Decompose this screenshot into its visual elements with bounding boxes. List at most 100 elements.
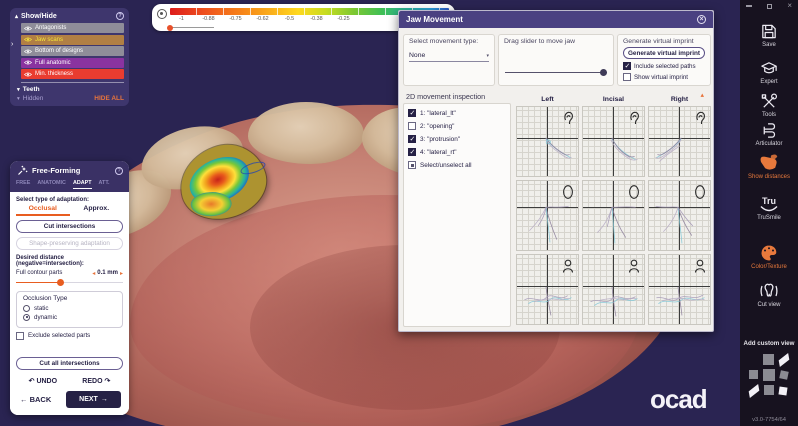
show-virtual-imprint-checkbox[interactable]: Show virtual imprint (623, 73, 705, 81)
option-approx[interactable]: Approx. (70, 205, 124, 216)
colormap-range-slider[interactable] (168, 26, 214, 29)
include-selected-paths-checkbox[interactable]: Include selected paths (623, 62, 705, 70)
add-custom-view-button[interactable]: Add custom view (740, 340, 798, 347)
hide-all-button[interactable]: HIDE ALL (94, 95, 124, 102)
checkbox-checked-icon[interactable] (623, 62, 631, 70)
layer-row-antagonists[interactable]: Antagonists (21, 23, 124, 33)
radio-dynamic[interactable]: dynamic (23, 314, 116, 321)
layer-row-bottom-of-designs[interactable]: Bottom of designs (21, 46, 124, 56)
collapse-caret-icon[interactable]: ▴ (15, 13, 18, 20)
redo-icon: ↷ (104, 378, 110, 385)
checkbox-checked-icon[interactable] (408, 109, 416, 117)
tab-anatomic[interactable]: ANATOMIC (37, 180, 66, 189)
movement-type-select[interactable]: None ▾ (409, 52, 489, 62)
option-occlusal[interactable]: Occlusal (16, 205, 70, 216)
plot-right-horizontal (648, 254, 711, 325)
cut-all-intersections-button[interactable]: Cut all intersections (16, 357, 123, 370)
close-window-icon[interactable]: × (787, 2, 792, 10)
path-item-lateral-lt[interactable]: 1: "lateral_lt" (408, 109, 506, 117)
eye-icon[interactable] (24, 60, 32, 65)
sidebar-item-color-texture[interactable]: Color/Texture (740, 243, 798, 270)
jaw-position-slider[interactable] (505, 69, 607, 76)
caret-down-icon[interactable]: ▾ (17, 96, 20, 102)
distance-slider-handle[interactable] (57, 279, 64, 286)
checkbox-icon[interactable] (16, 332, 24, 340)
radio-static[interactable]: static (23, 305, 116, 312)
tab-adapt[interactable]: ADAPT (73, 180, 92, 189)
path-item-lateral-rt[interactable]: 4: "lateral_rt" (408, 148, 506, 156)
bust-view-icon (694, 258, 706, 274)
cut-intersections-button[interactable]: Cut intersections (16, 220, 123, 233)
view-bottom-button[interactable] (764, 385, 774, 395)
window-controls: × (746, 2, 792, 10)
free-forming-header: Free-Forming ? (10, 161, 129, 180)
distance-slider[interactable] (16, 279, 123, 287)
view-sw-arrow[interactable] (749, 384, 760, 398)
select-unselect-all[interactable]: Select/unselect all (408, 161, 506, 169)
sidebar-item-tools[interactable]: Tools (740, 92, 798, 118)
checkbox-checked-icon[interactable] (408, 135, 416, 143)
back-button[interactable]: ← BACK (20, 395, 51, 404)
layer-row-full-anatomic[interactable]: Full anatomic (21, 58, 124, 68)
view-center-button[interactable] (763, 369, 775, 381)
sidebar-item-articulator[interactable]: Articulator (740, 121, 798, 147)
caret-down-icon[interactable]: ▾ (17, 87, 20, 93)
view-ne-arrow[interactable] (779, 353, 790, 367)
exclude-selected-parts-checkbox[interactable]: Exclude selected parts (16, 332, 123, 340)
help-icon[interactable]: ? (116, 12, 124, 20)
checkbox-icon[interactable] (623, 73, 631, 81)
tab-att[interactable]: ATT. (99, 180, 110, 189)
show-hide-header[interactable]: ▴ Show/Hide ? (15, 12, 124, 20)
undo-button[interactable]: ↶ UNDO (29, 377, 57, 385)
next-button[interactable]: NEXT→ (66, 391, 121, 408)
checkbox-checked-icon[interactable] (408, 148, 416, 156)
view-left-button[interactable] (749, 370, 758, 379)
eye-icon[interactable] (24, 72, 32, 77)
eye-icon[interactable] (24, 26, 32, 31)
undo-icon: ↶ (29, 378, 35, 385)
tri-state-checkbox-icon[interactable] (408, 161, 416, 169)
sidebar-item-show-distances[interactable]: Show distances (740, 152, 798, 180)
path-item-protrusion[interactable]: 3: "protrusion" (408, 135, 506, 143)
restore-icon[interactable] (767, 4, 772, 9)
generate-virtual-imprint-button[interactable]: Generate virtual imprint (623, 47, 705, 59)
layer-row-min-thickness[interactable]: Min. thickness (21, 69, 124, 79)
help-icon[interactable]: ? (115, 167, 123, 175)
view-right-button[interactable] (779, 370, 788, 379)
close-icon[interactable]: × (697, 15, 706, 24)
sidebar-item-expert[interactable]: Expert (740, 59, 798, 85)
sidebar-item-cut-view[interactable]: Cut view (740, 281, 798, 308)
view-navigation-cluster[interactable] (747, 354, 791, 398)
panel-title: Show/Hide (21, 13, 57, 20)
redo-button[interactable]: REDO ↷ (82, 377, 110, 385)
group-hidden[interactable]: ▾ Hidden HIDE ALL (17, 94, 124, 103)
sidebar-item-save[interactable]: Save (740, 22, 798, 48)
colormap-options-icon[interactable] (157, 9, 167, 19)
contour-label: Full contour parts (16, 270, 62, 276)
checkbox-icon[interactable] (408, 122, 416, 130)
view-se-button[interactable] (778, 386, 787, 395)
jaw-slider-handle[interactable] (600, 69, 607, 76)
plot-left-frontal (516, 180, 579, 251)
frontal-view-icon (628, 184, 640, 200)
path-item-opening[interactable]: 2: "opening" (408, 122, 506, 130)
tab-free[interactable]: FREE (16, 180, 30, 189)
minimize-icon[interactable] (746, 5, 752, 6)
layer-row-jaw-scans[interactable]: Jaw scans (21, 35, 124, 45)
eye-icon[interactable] (24, 49, 32, 54)
radio-icon-selected[interactable] (23, 314, 30, 321)
free-forming-tabs: FREE ANATOMIC ADAPT ATT. (10, 180, 129, 192)
sidebar-item-trusmile[interactable]: Tru TruSmile (740, 197, 798, 221)
eye-icon[interactable] (24, 37, 32, 42)
jaw-slider-label: Drag slider to move jaw (504, 38, 608, 45)
stepper-increase-icon[interactable]: ▸ (120, 270, 123, 277)
plot-left-horizontal (516, 254, 579, 325)
dialog-titlebar[interactable]: Jaw Movement × (399, 11, 713, 28)
stepper-decrease-icon[interactable]: ◂ (92, 270, 95, 277)
bust-view-icon (562, 258, 574, 274)
group-teeth[interactable]: ▾ Teeth (17, 85, 124, 94)
radio-icon[interactable] (23, 305, 30, 312)
plot-right-sagittal (648, 106, 711, 177)
view-top-button[interactable] (763, 354, 774, 365)
colormap-slider-handle[interactable] (167, 25, 173, 31)
